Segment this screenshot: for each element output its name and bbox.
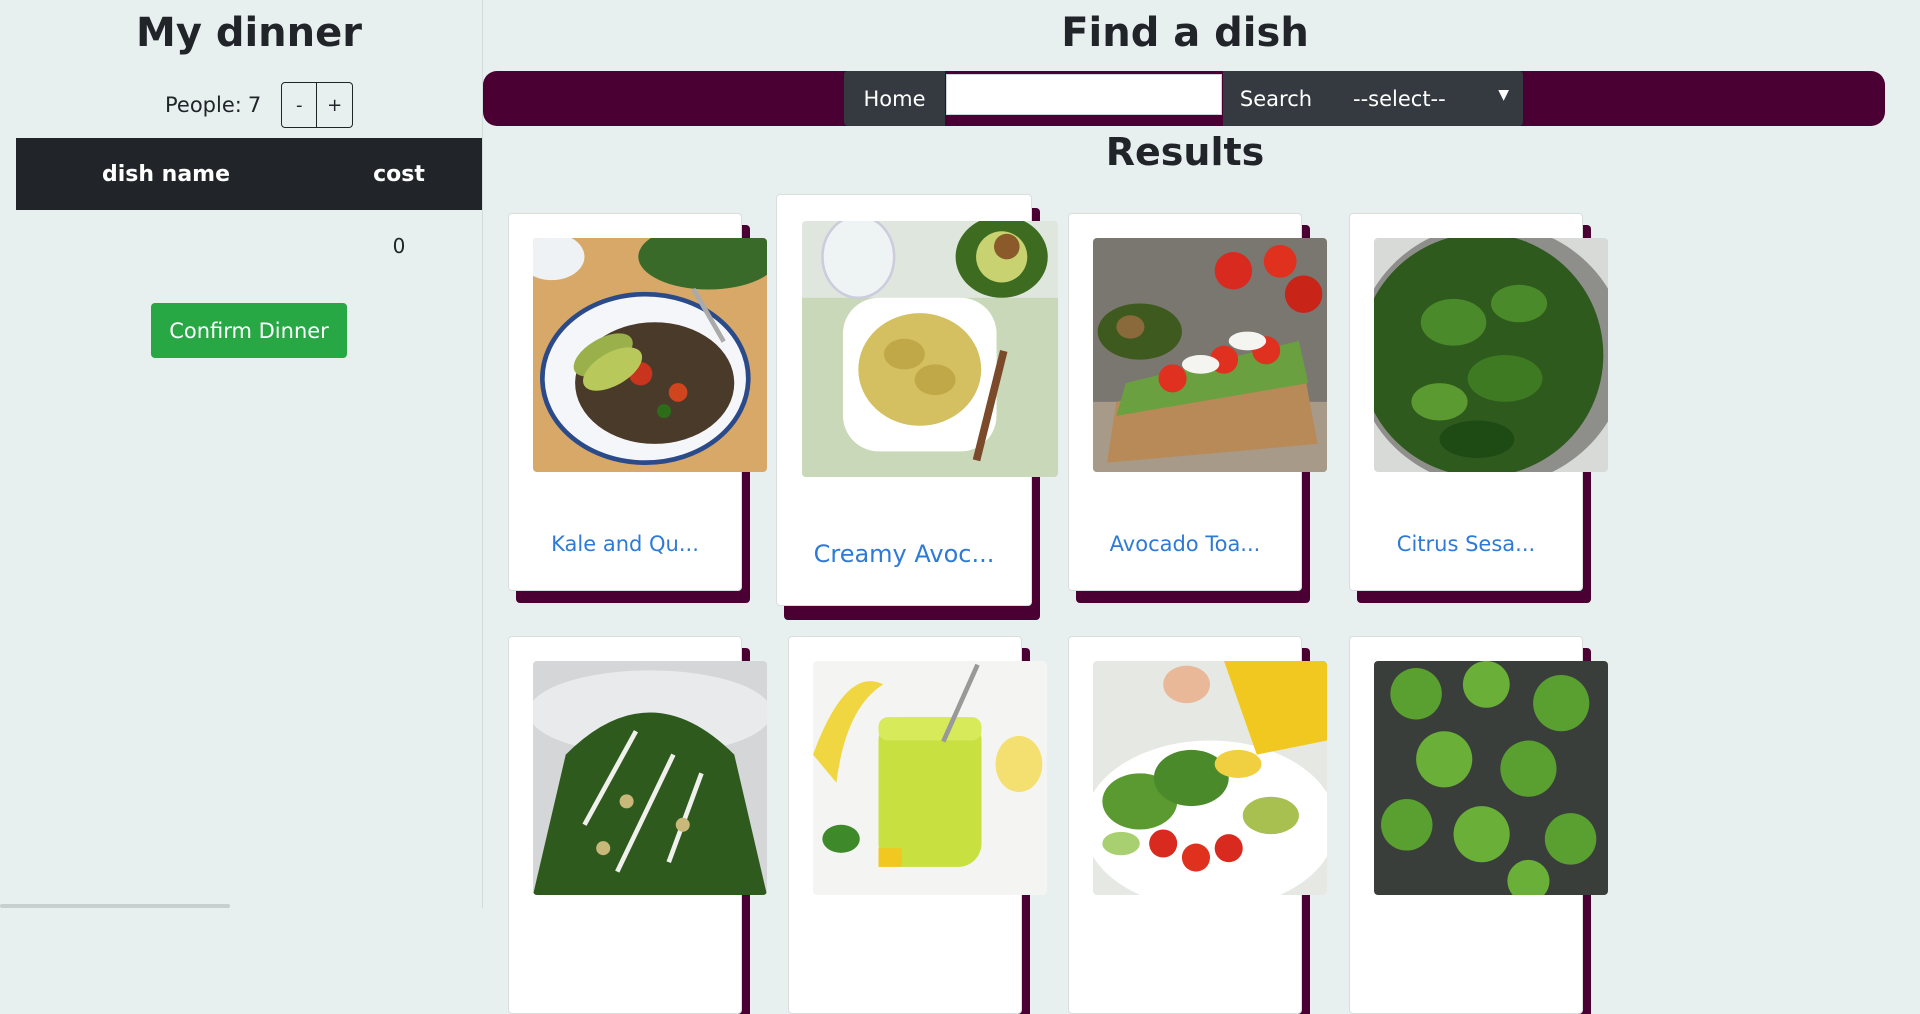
dish-card[interactable]: Creamy Avoc...: [776, 194, 1058, 606]
sidebar: My dinner People: 7 - + dish name cost 0…: [0, 0, 483, 908]
dish-card[interactable]: Citrus Sesa...: [1349, 213, 1608, 591]
dish-link[interactable]: Avocado Toa...: [1069, 532, 1301, 556]
people-label: People:: [165, 93, 242, 117]
nav-group: Home Search --select-- ▼: [844, 71, 1523, 126]
total-row: 0: [16, 210, 482, 282]
sidebar-title: My dinner: [136, 10, 362, 56]
dish-link[interactable]: Creamy Avoc...: [777, 540, 1031, 568]
caret-down-icon: ▼: [1498, 87, 1509, 103]
confirm-dinner-button[interactable]: Confirm Dinner: [151, 303, 347, 358]
dish-link[interactable]: Citrus Sesa...: [1350, 532, 1582, 556]
dish-link[interactable]: Kale and Qu...: [509, 532, 741, 556]
results-title: Results: [1105, 130, 1265, 174]
dish-image[interactable]: [1093, 661, 1327, 895]
dish-card[interactable]: [508, 636, 767, 1014]
dinner-table: dish name cost 0: [16, 138, 482, 282]
people-row: People: 7 - +: [165, 82, 354, 128]
dish-name-header: dish name: [16, 138, 316, 210]
search-button[interactable]: Search: [1223, 71, 1329, 126]
horizontal-scrollbar[interactable]: [0, 904, 230, 908]
dish-card[interactable]: [1068, 636, 1327, 1014]
total-dish-name: [16, 210, 316, 282]
dish-image[interactable]: [533, 238, 767, 472]
search-input[interactable]: [946, 74, 1222, 115]
dish-card[interactable]: [788, 636, 1047, 1014]
dish-card[interactable]: [1349, 636, 1608, 1014]
decrease-people-button[interactable]: -: [281, 82, 318, 128]
navbar: Home Search --select-- ▼: [483, 71, 1885, 126]
people-stepper: - +: [281, 82, 354, 128]
total-cost: 0: [392, 234, 406, 258]
dish-image[interactable]: [1374, 661, 1608, 895]
dish-image[interactable]: [813, 661, 1047, 895]
cost-header: cost: [316, 138, 482, 210]
dish-type-select-value: --select--: [1353, 86, 1446, 111]
home-button[interactable]: Home: [844, 71, 945, 126]
dish-card[interactable]: Kale and Qu...: [508, 213, 767, 591]
dish-image[interactable]: [533, 661, 767, 895]
dish-type-select[interactable]: --select-- ▼: [1329, 71, 1523, 126]
dish-image[interactable]: [1374, 238, 1608, 472]
dinner-table-header: dish name cost: [16, 138, 482, 210]
page-title: Find a dish: [1061, 10, 1309, 56]
dish-image[interactable]: [802, 221, 1058, 477]
people-count: 7: [247, 93, 262, 117]
dish-card[interactable]: Avocado Toa...: [1068, 213, 1327, 591]
increase-people-button[interactable]: +: [317, 82, 354, 128]
dish-image[interactable]: [1093, 238, 1327, 472]
